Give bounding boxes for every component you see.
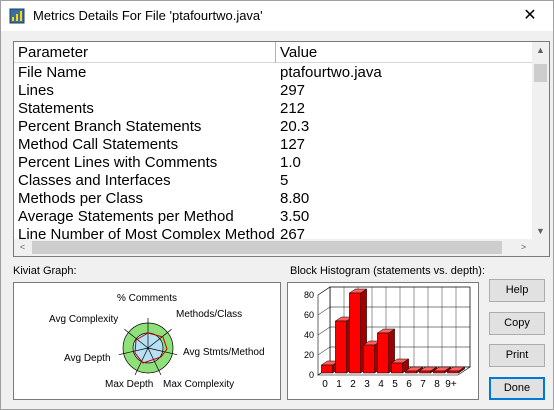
value-cell: 20.3 [280, 118, 310, 135]
table-row[interactable]: Statements 212 [14, 100, 532, 118]
kiviat-axis-label: Avg Stmts/Method [183, 347, 265, 358]
value-cell: 8.80 [280, 190, 310, 207]
column-header-value[interactable]: Value [276, 42, 532, 63]
scroll-right-icon[interactable]: > [515, 239, 532, 256]
kiviat-axis-label: % Comments [117, 293, 177, 304]
table-row[interactable]: Classes and Interfaces 5 [14, 172, 532, 190]
value-cell: ptafourtwo.java [280, 64, 382, 81]
table-row[interactable]: File Name ptafourtwo.java [14, 64, 532, 82]
y-tick-label: 80 [304, 290, 314, 300]
x-tick-label: 8 [434, 379, 440, 390]
block-histogram-label: Block Histogram (statements vs. depth): [290, 265, 486, 277]
parameter-cell: Statements [18, 100, 94, 117]
kiviat-axis-label: Avg Complexity [49, 314, 118, 325]
kiviat-axis-label: Max Complexity [163, 379, 234, 390]
x-tick-label: 4 [378, 379, 384, 390]
kiviat-svg: % Comments Methods/Class Avg Stmts/Metho… [49, 293, 265, 390]
y-tick-label: 40 [304, 330, 314, 340]
parameter-cell: Method Call Statements [18, 136, 179, 153]
kiviat-axis-label: Max Depth [105, 379, 153, 390]
value-cell: 5 [280, 172, 289, 189]
value-cell: 3.50 [280, 208, 310, 225]
y-tick-label: 20 [304, 350, 314, 360]
kiviat-graph: % Comments Methods/Class Avg Stmts/Metho… [13, 282, 281, 400]
copy-button[interactable]: Copy [489, 312, 545, 335]
column-header-parameter[interactable]: Parameter [14, 42, 276, 63]
x-tick-label: 2 [350, 379, 356, 390]
vertical-scroll-thumb[interactable] [534, 64, 547, 82]
parameter-cell: Average Statements per Method [18, 208, 234, 225]
parameter-cell: Percent Lines with Comments [18, 154, 218, 171]
histogram-svg: 0204060800 1 2 3 4 5 6 7 8 9+ [304, 286, 471, 390]
table-header: Parameter Value [14, 42, 532, 63]
close-button[interactable]: ✕ [507, 1, 553, 31]
scrollbar-corner [532, 239, 549, 256]
value-cell: 127 [280, 136, 306, 153]
value-cell: 212 [280, 100, 306, 117]
window-title: Metrics Details For File 'ptafourtwo.jav… [33, 8, 263, 23]
y-tick-label: 60 [304, 310, 314, 320]
table-row[interactable]: Methods per Class 8.80 [14, 190, 532, 208]
close-icon: ✕ [523, 7, 537, 24]
kiviat-graph-label: Kiviat Graph: [13, 265, 77, 277]
y-tick-label: 0 [309, 370, 314, 380]
x-tick-label: 5 [392, 379, 398, 390]
scroll-left-icon[interactable]: < [14, 239, 31, 256]
scroll-up-icon[interactable]: ▲ [532, 42, 549, 59]
x-tick-label: 0 [322, 379, 328, 390]
done-button[interactable]: Done [489, 377, 545, 400]
scroll-down-icon[interactable]: ▼ [532, 223, 549, 240]
horizontal-scrollbar[interactable]: < > [14, 239, 532, 256]
help-button[interactable]: Help [489, 279, 545, 302]
kiviat-axis-label: Methods/Class [176, 309, 242, 320]
x-tick-label: 1 [336, 379, 342, 390]
parameter-cell: Lines [18, 82, 54, 99]
x-tick-label: 7 [420, 379, 426, 390]
x-tick-label: 9+ [445, 379, 457, 390]
table-row[interactable]: Method Call Statements 127 [14, 136, 532, 154]
metrics-details-window: Metrics Details For File 'ptafourtwo.jav… [0, 0, 554, 410]
value-cell: 297 [280, 82, 306, 99]
x-tick-label: 6 [406, 379, 412, 390]
table-body: File Name ptafourtwo.java Lines 297 Statemen… [14, 64, 532, 244]
table-row[interactable]: Average Statements per Method 3.50 [14, 208, 532, 226]
app-icon [9, 8, 25, 24]
parameter-cell: File Name [18, 64, 87, 81]
value-cell: 1.0 [280, 154, 301, 171]
kiviat-axis-label: Avg Depth [64, 353, 111, 364]
vertical-scrollbar[interactable]: ▲ ▼ [532, 42, 549, 240]
parameter-cell: Methods per Class [18, 190, 144, 207]
title-bar: Metrics Details For File 'ptafourtwo.jav… [1, 1, 553, 31]
block-histogram: 0 20 40 60 80 0 1 2 3 4 5 6 7 8 9+ [287, 282, 479, 400]
table-row[interactable]: Percent Branch Statements 20.3 [14, 118, 532, 136]
x-tick-label: 3 [364, 379, 370, 390]
table-row[interactable]: Lines 297 [14, 82, 532, 100]
table-row[interactable]: Percent Lines with Comments 1.0 [14, 154, 532, 172]
parameter-cell: Percent Branch Statements [18, 118, 202, 135]
print-button[interactable]: Print [489, 344, 545, 367]
parameter-cell: Classes and Interfaces [18, 172, 171, 189]
horizontal-scroll-thumb[interactable] [32, 241, 502, 254]
metrics-table[interactable]: Parameter Value File Name ptafourtwo.java… [13, 41, 550, 257]
